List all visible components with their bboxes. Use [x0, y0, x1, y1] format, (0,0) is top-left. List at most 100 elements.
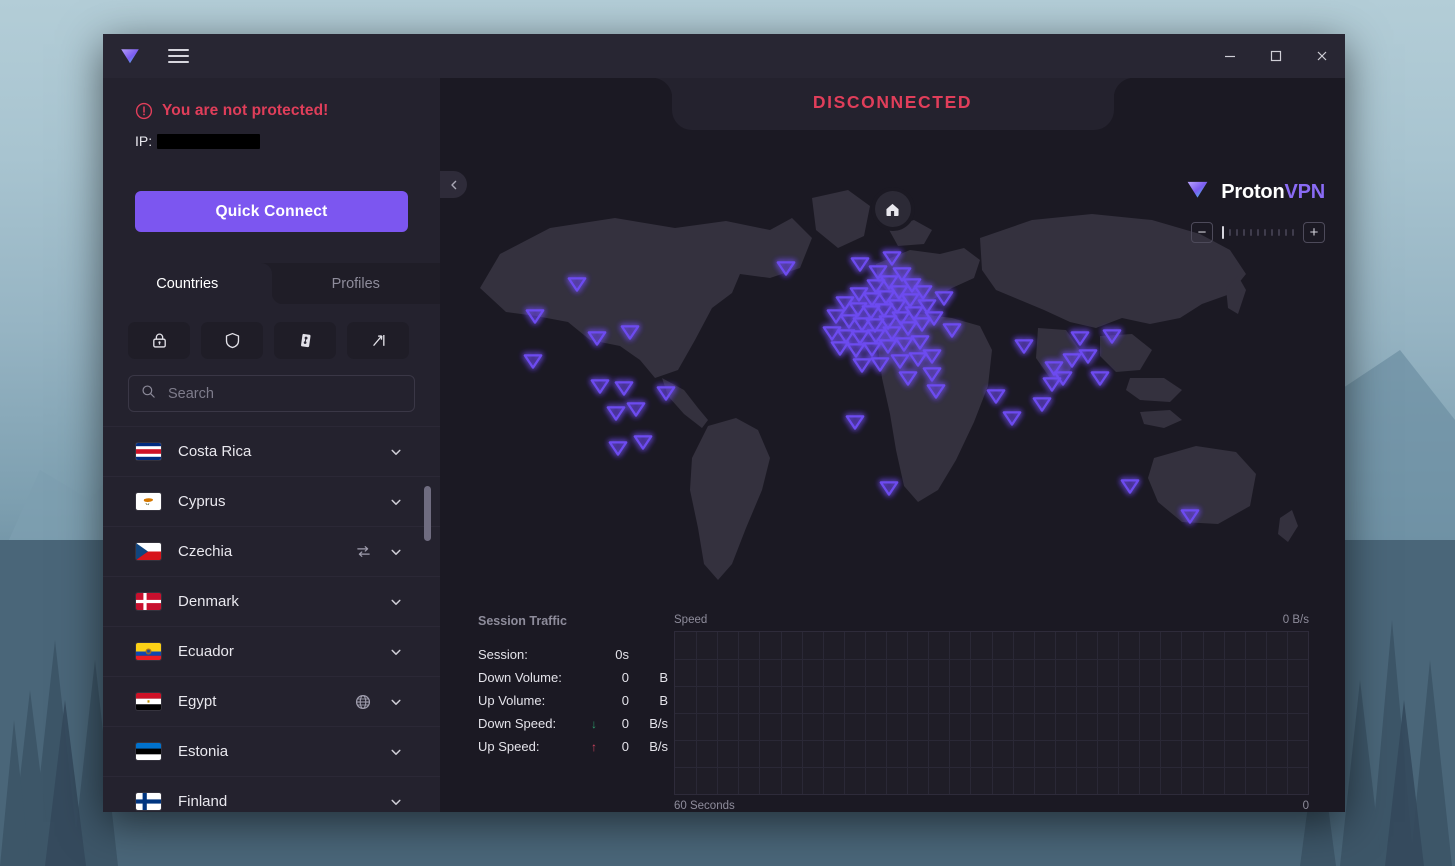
stat-unit: B — [659, 693, 668, 708]
bottom-stats-bar: Session Traffic Session: 0s Down Volume:… — [440, 612, 1345, 812]
zoom-in-button[interactable]: + — [1303, 222, 1325, 243]
tor-filter-button[interactable] — [274, 322, 336, 359]
close-button[interactable] — [1299, 34, 1345, 78]
country-list-scrollbar[interactable] — [424, 426, 431, 812]
stat-unit: B/s — [649, 739, 668, 754]
stat-value: 0s — [615, 647, 629, 662]
chevron-down-icon[interactable] — [382, 538, 410, 566]
server-markers-layer[interactable] — [440, 78, 1345, 638]
p2p-filter-button[interactable] — [201, 322, 263, 359]
quick-connect-button[interactable]: Quick Connect — [135, 191, 408, 232]
chevron-down-icon[interactable] — [382, 438, 410, 466]
stat-label: Up Volume: — [478, 693, 546, 708]
home-button[interactable] — [874, 191, 911, 227]
hamburger-menu-icon[interactable] — [161, 39, 195, 73]
chevron-down-icon[interactable] — [382, 738, 410, 766]
tab-profiles[interactable]: Profiles — [272, 263, 441, 304]
grid-line-horizontal — [675, 686, 1308, 687]
flag-finland — [136, 793, 161, 810]
brand-proton: Proton — [1221, 180, 1285, 203]
shield-icon — [225, 332, 239, 349]
home-icon — [886, 203, 899, 216]
zoom-tick — [1278, 229, 1280, 236]
chevron-down-icon[interactable] — [382, 688, 410, 716]
scrollbar-thumb[interactable] — [424, 486, 431, 541]
status-row: You are not protected! — [135, 102, 410, 120]
brand-vpn: VPN — [1284, 180, 1325, 203]
stat-label: Session: — [478, 647, 528, 662]
stat-row-up-speed: Up Speed: ↑ 0 B/s — [478, 735, 668, 758]
server-pin-triangle-icon — [523, 251, 1200, 524]
stat-value: 0 — [621, 716, 629, 731]
ip-label: IP: — [135, 133, 153, 149]
zoom-out-button[interactable]: − — [1191, 222, 1213, 243]
download-arrow-icon: ↓ — [591, 716, 597, 731]
country-row-denmark[interactable]: Denmark — [103, 576, 440, 626]
lock-icon — [152, 333, 166, 348]
p2p-icon — [352, 541, 374, 563]
tor-onion-icon — [300, 333, 311, 348]
stat-label: Down Volume: — [478, 670, 562, 685]
country-row-czechia[interactable]: Czechia — [103, 526, 440, 576]
alert-circle-icon — [135, 102, 153, 120]
flag-costa-rica — [136, 443, 161, 460]
country-name: Ecuador — [178, 643, 234, 660]
grid-line-horizontal — [675, 740, 1308, 741]
search-input[interactable] — [166, 384, 402, 403]
country-row-ecuador[interactable]: Ecuador — [103, 626, 440, 676]
speed-graph-title: Speed — [674, 614, 708, 626]
maximize-button[interactable] — [1253, 34, 1299, 78]
speed-graph-footer: 60 Seconds 0 — [674, 800, 1309, 812]
map-zoom-control[interactable]: − + — [1191, 222, 1325, 243]
flag-czechia — [136, 543, 161, 560]
secure-core-filter-button[interactable] — [128, 322, 190, 359]
tab-countries[interactable]: Countries — [103, 263, 272, 304]
country-row-egypt[interactable]: Egypt — [103, 676, 440, 726]
speed-graph-grid — [674, 631, 1309, 795]
chevron-down-icon[interactable] — [382, 488, 410, 516]
zoom-slider-track[interactable] — [1222, 226, 1294, 239]
minimize-button[interactable] — [1207, 34, 1253, 78]
zoom-tick — [1243, 229, 1245, 236]
search-box[interactable] — [128, 375, 415, 412]
stat-row-down-volume: Down Volume: 0 B — [478, 666, 668, 689]
country-row-costa-rica[interactable]: Costa Rica — [103, 426, 440, 476]
stat-value: 0 — [621, 739, 629, 754]
upload-arrow-icon: ↑ — [591, 739, 597, 754]
country-row-cyprus[interactable]: Cyprus — [103, 476, 440, 526]
brand-logo: ProtonVPN — [1184, 176, 1325, 208]
session-traffic-title: Session Traffic — [478, 614, 567, 628]
country-row-finland[interactable]: Finland — [103, 776, 440, 812]
flag-egypt — [136, 693, 161, 710]
country-list[interactable]: Costa Rica Cyprus Czechia Denmark Ecuado… — [103, 426, 440, 812]
collapse-sidebar-button[interactable] — [440, 171, 467, 198]
stat-row-up-volume: Up Volume: 0 B — [478, 689, 668, 712]
title-bar — [103, 34, 1345, 78]
flag-estonia — [136, 743, 161, 760]
chevron-down-icon[interactable] — [382, 788, 410, 813]
zoom-tick — [1271, 229, 1273, 236]
zoom-tick — [1250, 229, 1252, 236]
world-map[interactable]: DISCONNECTED ProtonVPN − + — [440, 78, 1345, 638]
search-icon — [141, 384, 156, 404]
speed-graph-min-value: 0 — [1302, 800, 1309, 812]
zoom-tick — [1264, 229, 1266, 236]
country-name: Cyprus — [178, 493, 226, 510]
stat-unit: B — [659, 670, 668, 685]
country-name: Denmark — [178, 593, 239, 610]
stat-label: Down Speed: — [478, 716, 557, 731]
flag-denmark — [136, 593, 161, 610]
streaming-filter-button[interactable] — [347, 322, 409, 359]
zoom-tick — [1292, 229, 1294, 236]
zoom-slider-handle[interactable] — [1222, 226, 1224, 239]
chevron-down-icon[interactable] — [382, 588, 410, 616]
protonvpn-logo-icon — [117, 43, 143, 69]
chevron-down-icon[interactable] — [382, 638, 410, 666]
country-row-estonia[interactable]: Estonia — [103, 726, 440, 776]
stat-unit: B/s — [649, 716, 668, 731]
protonvpn-logo-icon — [1184, 176, 1211, 208]
speed-graph-header: Speed 0 B/s — [674, 614, 1309, 626]
map-panel: DISCONNECTED ProtonVPN − + Session Traff… — [440, 78, 1345, 812]
stat-value: 0 — [621, 670, 629, 685]
flag-ecuador — [136, 643, 161, 660]
